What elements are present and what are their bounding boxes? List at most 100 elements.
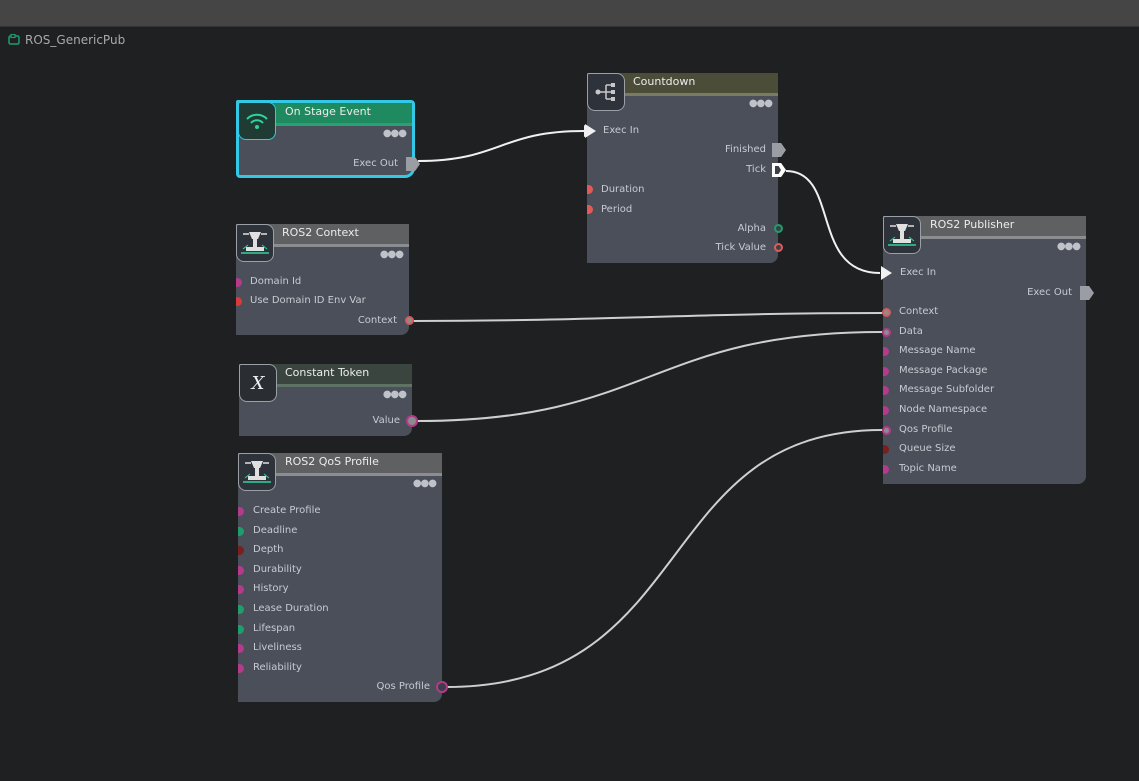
port-exec-out-label: Exec Out [1027, 287, 1072, 298]
broadcast-icon [238, 102, 276, 140]
exec-in-pin[interactable] [881, 266, 892, 280]
alpha-pin[interactable] [774, 224, 783, 233]
history-pin[interactable] [238, 585, 244, 594]
countdown-node[interactable]: Countdown ●●● Exec In Finished Tick Dura… [585, 73, 786, 263]
node-menu-icon[interactable]: ●●● [380, 250, 404, 260]
reliability-pin[interactable] [238, 664, 244, 673]
ros2-publisher-node[interactable]: ROS2 Publisher ●●● Exec In Exec Out Cont… [881, 216, 1094, 484]
graph-name: ROS_GenericPub [25, 33, 126, 47]
node-title: ROS2 QoS Profile [285, 455, 379, 468]
port-history-label: History [253, 583, 289, 594]
port-domain-id-label: Domain Id [250, 276, 302, 287]
x-variable-glyph: X [251, 372, 265, 394]
finished-pin[interactable] [772, 143, 786, 157]
exec-out-pin[interactable] [406, 157, 420, 171]
wire-token-to-data [417, 331, 883, 422]
qos-profile-in-pin[interactable] [882, 426, 891, 435]
node-namespace-pin[interactable] [883, 406, 889, 415]
port-value-label: Value [372, 415, 400, 426]
node-title: Countdown [633, 75, 696, 88]
port-topic-name-label: Topic Name [899, 463, 957, 474]
port-alpha-label: Alpha [737, 223, 766, 234]
node-menu-icon[interactable]: ●●● [383, 129, 407, 139]
port-message-subfolder-label: Message Subfolder [899, 384, 995, 395]
context-out-pin[interactable] [405, 316, 414, 325]
port-context-label: Context [357, 315, 397, 326]
duration-pin[interactable] [587, 185, 593, 194]
liveliness-pin[interactable] [238, 644, 244, 653]
port-tick-value-label: Tick Value [715, 242, 766, 253]
wire-qos-to-publisher [445, 429, 883, 688]
port-lease-duration-label: Lease Duration [253, 603, 329, 614]
branch-icon [587, 73, 625, 111]
port-tick-label: Tick [746, 164, 766, 175]
port-exec-out-label: Exec Out [353, 158, 398, 169]
value-out-pin[interactable] [406, 415, 418, 427]
node-menu-icon[interactable]: ●●● [749, 99, 773, 109]
queue-size-pin[interactable] [883, 445, 889, 454]
port-data-label: Data [899, 326, 923, 337]
deadline-pin[interactable] [238, 527, 244, 536]
lifespan-pin[interactable] [238, 625, 244, 634]
node-menu-icon[interactable]: ●●● [1057, 242, 1081, 252]
port-depth-label: Depth [253, 544, 284, 555]
port-liveliness-label: Liveliness [253, 642, 302, 653]
wire-tick-to-publisher [785, 170, 881, 274]
ros-robot-icon [236, 224, 274, 262]
port-duration-label: Duration [601, 184, 645, 195]
node-title: Constant Token [285, 366, 370, 379]
graph-breadcrumb[interactable]: ROS_GenericPub [8, 33, 125, 47]
node-menu-icon[interactable]: ●●● [383, 390, 407, 400]
domain-id-pin[interactable] [236, 278, 242, 287]
message-subfolder-pin[interactable] [883, 386, 889, 395]
exec-in-pin[interactable] [585, 124, 596, 138]
context-in-pin[interactable] [882, 308, 891, 317]
data-in-pin[interactable] [882, 328, 891, 337]
ros2-qos-profile-node[interactable]: ROS2 QoS Profile ●●● Create Profile Dead… [238, 453, 448, 702]
port-finished-label: Finished [725, 144, 766, 155]
create-profile-pin[interactable] [238, 507, 244, 516]
graph-icon [8, 33, 20, 46]
wire-context-to-publisher [413, 312, 883, 322]
wire-stage-exec-to-countdown [417, 130, 585, 162]
tick-pin[interactable] [772, 163, 786, 177]
port-exec-in-label: Exec In [900, 267, 937, 278]
durability-pin[interactable] [238, 566, 244, 575]
port-create-profile-label: Create Profile [253, 505, 321, 516]
use-domain-id-env-var-pin[interactable] [236, 297, 242, 306]
port-node-namespace-label: Node Namespace [899, 404, 988, 415]
node-title: On Stage Event [285, 105, 371, 118]
qos-profile-out-pin[interactable] [436, 681, 448, 693]
port-durability-label: Durability [253, 564, 302, 575]
x-variable-icon: X [239, 364, 277, 402]
exec-out-pin[interactable] [1080, 286, 1094, 300]
port-reliability-label: Reliability [253, 662, 302, 673]
node-menu-icon[interactable]: ●●● [413, 479, 437, 489]
ros-robot-icon [238, 453, 276, 491]
port-context-label: Context [899, 306, 939, 317]
port-message-package-label: Message Package [899, 365, 988, 376]
tick-value-pin[interactable] [774, 243, 783, 252]
port-queue-size-label: Queue Size [899, 443, 956, 454]
node-title: ROS2 Publisher [930, 218, 1015, 231]
port-exec-in-label: Exec In [603, 125, 640, 136]
message-name-pin[interactable] [883, 347, 889, 356]
ros2-context-node[interactable]: ROS2 Context ●●● Domain Id Use Domain ID… [236, 224, 414, 335]
port-deadline-label: Deadline [253, 525, 298, 536]
lease-duration-pin[interactable] [238, 605, 244, 614]
port-lifespan-label: Lifespan [253, 623, 296, 634]
topic-name-pin[interactable] [883, 465, 889, 474]
port-use-domain-id-env-var-label: Use Domain ID Env Var [250, 295, 366, 306]
node-title: ROS2 Context [282, 226, 359, 239]
on-stage-event-node[interactable]: On Stage Event ●●● Exec Out [236, 100, 420, 178]
ros-robot-icon [883, 216, 921, 254]
depth-pin[interactable] [238, 546, 244, 555]
port-message-name-label: Message Name [899, 345, 976, 356]
port-qos-profile-label: Qos Profile [376, 681, 430, 692]
port-period-label: Period [601, 204, 633, 215]
top-toolbar [0, 0, 1139, 27]
message-package-pin[interactable] [883, 367, 889, 376]
constant-token-node[interactable]: Constant Token X ●●● Value [239, 364, 418, 436]
port-qos-profile-label: Qos Profile [899, 424, 953, 435]
period-pin[interactable] [587, 205, 593, 214]
